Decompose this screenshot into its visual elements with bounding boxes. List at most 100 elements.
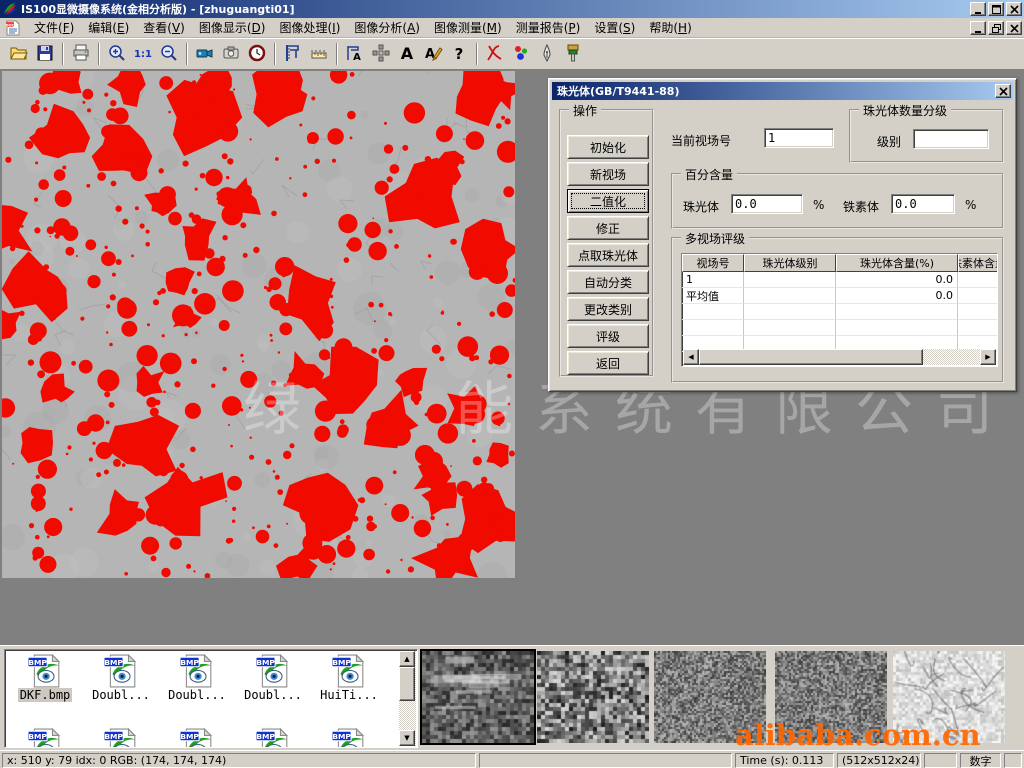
- file-item[interactable]: BMPDKF.bmp: [9, 654, 81, 702]
- table-cell: 0.0: [836, 272, 958, 288]
- table-cell: 0.0: [836, 288, 958, 304]
- op-button-2[interactable]: 新视场: [567, 162, 649, 186]
- open-icon: [9, 43, 29, 66]
- close-button[interactable]: [1006, 21, 1022, 35]
- op-button-8[interactable]: 评级: [567, 324, 649, 348]
- text-button[interactable]: A: [394, 41, 420, 67]
- grade-input[interactable]: [913, 129, 989, 149]
- file-item[interactable]: BMP: [237, 728, 309, 748]
- restore-button[interactable]: [988, 21, 1004, 35]
- particles-button[interactable]: [508, 41, 534, 67]
- minimize-button[interactable]: [970, 2, 986, 16]
- table-header[interactable]: 珠光体级别: [744, 254, 836, 272]
- op-button-3[interactable]: 二值化: [567, 189, 649, 213]
- file-item[interactable]: BMP: [9, 728, 81, 748]
- help-button[interactable]: ?: [446, 41, 472, 67]
- zoom-in-button[interactable]: [104, 41, 130, 67]
- file-item[interactable]: BMPDoubl...: [161, 654, 233, 702]
- maximize-button[interactable]: [988, 2, 1004, 16]
- op-button-1[interactable]: 初始化: [567, 135, 649, 159]
- file-item[interactable]: BMPDoubl...: [237, 654, 309, 702]
- thumbnail-image[interactable]: [654, 651, 766, 743]
- op-button-9[interactable]: 返回: [567, 351, 649, 375]
- thumbnail-image[interactable]: [537, 651, 649, 743]
- title-bar[interactable]: IS100显微摄像系统(金相分析版) - [zhuguangti01]: [0, 0, 1024, 18]
- scroll-right-button[interactable]: ▶: [980, 349, 996, 365]
- close-button[interactable]: [1006, 2, 1022, 16]
- dialog-close-button[interactable]: [995, 84, 1011, 98]
- op-button-6[interactable]: 自动分类: [567, 270, 649, 294]
- micrograph-image[interactable]: [2, 71, 515, 578]
- ferrite-percent-input[interactable]: 0.0: [891, 194, 955, 214]
- current-field-input[interactable]: 1: [764, 128, 834, 148]
- table-row[interactable]: [682, 304, 997, 320]
- table-cell: [958, 288, 998, 304]
- menu-item[interactable]: 图像测量(M): [427, 17, 509, 38]
- svg-text:BMP: BMP: [104, 658, 123, 667]
- menu-item[interactable]: 文件(F): [27, 17, 81, 38]
- file-item[interactable]: BMP Doubl...: [85, 654, 157, 702]
- capture-button[interactable]: [218, 41, 244, 67]
- table-header[interactable]: 铁素体含量(%): [958, 254, 998, 272]
- grid-move-icon: [371, 43, 391, 66]
- table-header[interactable]: 视场号: [682, 254, 744, 272]
- table-row[interactable]: [682, 320, 997, 336]
- file-item[interactable]: BMP: [161, 728, 233, 748]
- dialog-title-bar[interactable]: 珠光体(GB/T9441-88): [552, 82, 1013, 100]
- ruler-button[interactable]: [306, 41, 332, 67]
- menu-item[interactable]: 图像显示(D): [192, 17, 273, 38]
- annotate-button[interactable]: A: [420, 41, 446, 67]
- file-item[interactable]: BMP: [313, 728, 385, 748]
- actual-size-button[interactable]: 1:1: [130, 41, 156, 67]
- pearlite-percent-input[interactable]: 0.0: [731, 194, 803, 214]
- table-cell: [958, 320, 998, 336]
- op-button-7[interactable]: 更改类别: [567, 297, 649, 321]
- rating-table[interactable]: 视场号珠光体级别珠光体含量(%)铁素体含量(%) 10.0平均值0.0 ◀ ▶: [681, 253, 998, 367]
- file-name[interactable]: DKF.bmp: [18, 688, 73, 702]
- video-camera-button[interactable]: [192, 41, 218, 67]
- measure-text-button[interactable]: A: [342, 41, 368, 67]
- thumbnail-image[interactable]: [422, 651, 534, 743]
- scrollbar-thumb[interactable]: [399, 667, 415, 701]
- file-name[interactable]: Doubl...: [242, 688, 304, 702]
- table-horizontal-scrollbar[interactable]: ◀ ▶: [683, 349, 996, 365]
- menu-item[interactable]: 测量报告(P): [509, 17, 588, 38]
- menu-item[interactable]: 查看(V): [136, 17, 192, 38]
- op-button-5[interactable]: 点取珠光体: [567, 243, 649, 267]
- menu-item[interactable]: 编辑(E): [81, 17, 136, 38]
- zoom-out-button[interactable]: [156, 41, 182, 67]
- scroll-down-button[interactable]: ▼: [399, 730, 415, 746]
- minimize-button[interactable]: [970, 21, 986, 35]
- scrollbar-thumb[interactable]: [699, 349, 923, 365]
- file-list[interactable]: BMPDKF.bmpBMPDoubl...BMPDoubl...BMPDoubl…: [4, 649, 418, 748]
- menu-item[interactable]: 图像处理(I): [272, 17, 347, 38]
- pen-button[interactable]: [534, 41, 560, 67]
- thumbnail-image[interactable]: [775, 651, 887, 743]
- table-row[interactable]: 10.0: [682, 272, 997, 288]
- file-name[interactable]: Doubl...: [90, 688, 152, 702]
- print-button[interactable]: [68, 41, 94, 67]
- file-item[interactable]: BMPHuiTi...: [313, 654, 385, 702]
- menu-item[interactable]: 帮助(H): [642, 17, 698, 38]
- svg-text:A: A: [353, 52, 361, 63]
- scroll-left-button[interactable]: ◀: [683, 349, 699, 365]
- open-button[interactable]: [6, 41, 32, 67]
- window-title: IS100显微摄像系统(金相分析版) - [zhuguangti01]: [21, 1, 295, 17]
- caliper-button[interactable]: [280, 41, 306, 67]
- op-button-4[interactable]: 修正: [567, 216, 649, 240]
- menu-item[interactable]: 设置(S): [587, 17, 642, 38]
- file-name[interactable]: HuiTi...: [318, 688, 380, 702]
- table-row[interactable]: 平均值0.0: [682, 288, 997, 304]
- save-button[interactable]: [32, 41, 58, 67]
- menu-item[interactable]: 图像分析(A): [347, 17, 427, 38]
- grid-move-button[interactable]: [368, 41, 394, 67]
- brush-button[interactable]: [560, 41, 586, 67]
- thumbnail-image[interactable]: [893, 651, 1005, 743]
- scroll-up-button[interactable]: ▲: [399, 651, 415, 667]
- file-item[interactable]: BMP: [85, 728, 157, 748]
- spline-button[interactable]: [482, 41, 508, 67]
- file-list-scrollbar[interactable]: ▲ ▼: [399, 651, 416, 746]
- table-header[interactable]: 珠光体含量(%): [836, 254, 958, 272]
- clock-button[interactable]: [244, 41, 270, 67]
- file-name[interactable]: Doubl...: [166, 688, 228, 702]
